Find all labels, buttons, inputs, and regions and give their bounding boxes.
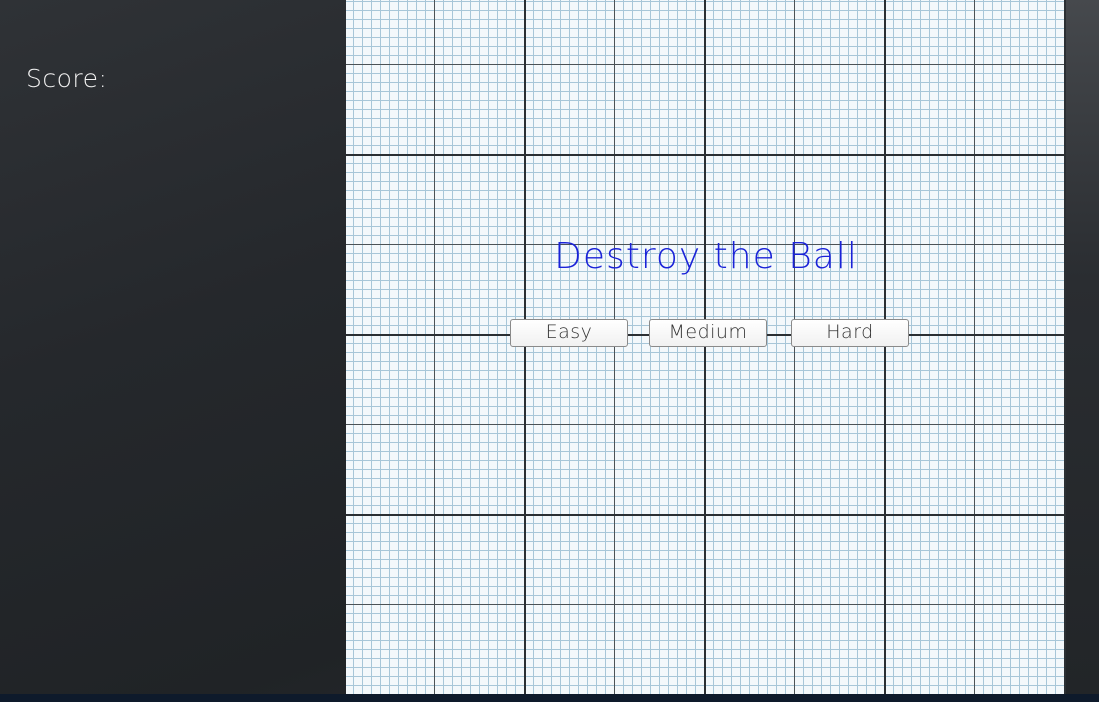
right-panel [1066, 0, 1099, 694]
game-board[interactable] [346, 0, 1066, 694]
hard-button[interactable]: Hard [791, 319, 909, 347]
medium-button[interactable]: Medium [649, 319, 767, 347]
score-label: Score: [26, 64, 108, 93]
easy-button[interactable]: Easy [510, 319, 628, 347]
game-title: Destroy the Ball [554, 236, 858, 277]
bottom-bar [0, 694, 1099, 702]
game-page: Score: Destroy the Ball Easy Medium Hard [0, 0, 1099, 702]
